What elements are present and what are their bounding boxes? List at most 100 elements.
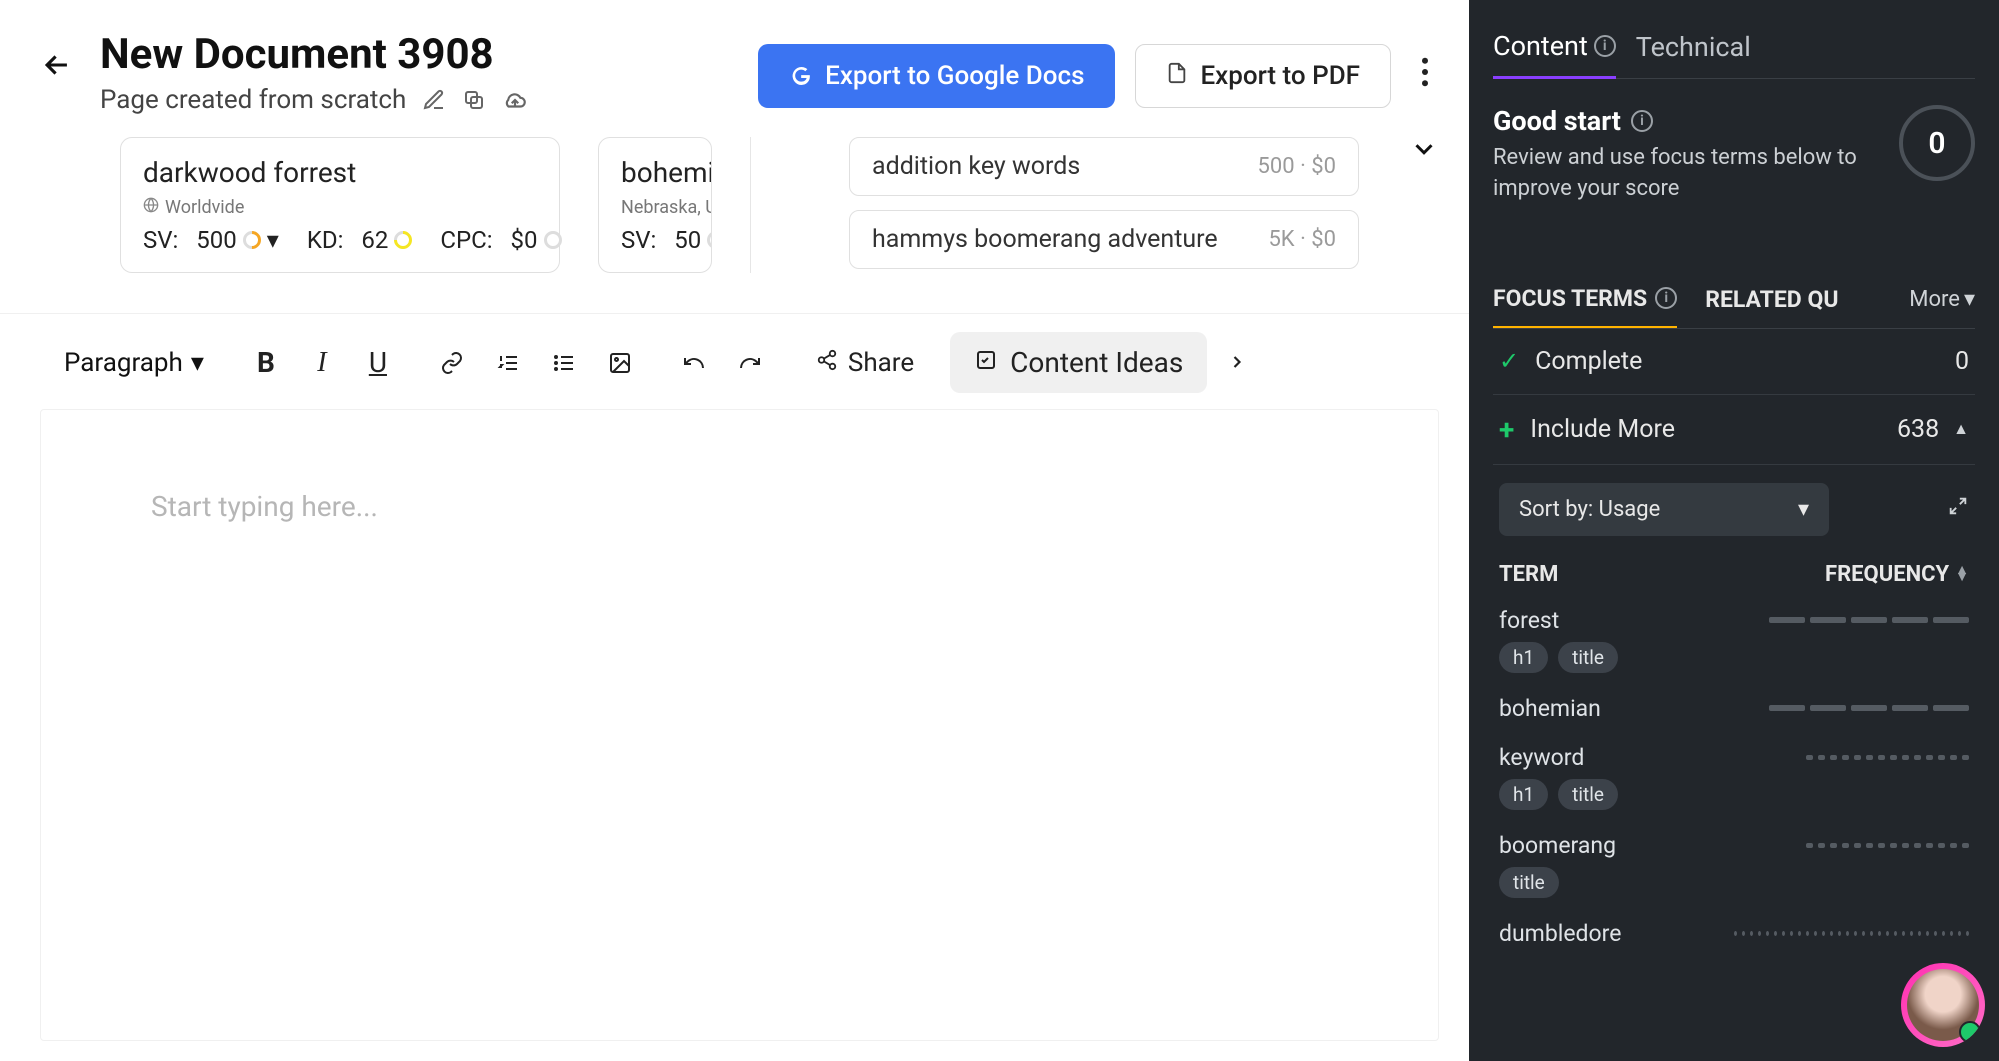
term-name: boomerang (1499, 832, 1616, 859)
term-header-label: TERM (1499, 562, 1558, 587)
paragraph-style-dropdown[interactable]: Paragraph ▾ (50, 340, 218, 386)
check-icon: ✓ (1499, 347, 1519, 375)
subtitle-row: Page created from scratch (100, 85, 528, 115)
bold-button[interactable]: B (240, 337, 292, 389)
frequency-bar (1806, 843, 1969, 848)
term-tag: title (1558, 779, 1618, 810)
tab-technical[interactable]: Technical (1636, 31, 1751, 77)
title-block: New Document 3908 Page created from scra… (100, 30, 528, 115)
term-row[interactable]: boomerang title (1493, 822, 1975, 910)
include-more-count: 638 (1897, 415, 1939, 444)
frequency-bar (1806, 755, 1969, 760)
frequency-header[interactable]: FREQUENCY ▲▼ (1825, 562, 1969, 587)
online-status-icon (1959, 1021, 1981, 1043)
sort-icon: ▲▼ (1955, 567, 1969, 581)
term-row[interactable]: foresth1title (1493, 597, 1975, 685)
term-tag: title (1558, 642, 1618, 673)
share-icon (816, 348, 838, 378)
back-button[interactable] (40, 30, 74, 92)
export-gdocs-label: Export to Google Docs (825, 61, 1084, 91)
secondary-keyword-term: bohemian w (621, 156, 689, 189)
secondary-keyword-metrics: SV: 50 ▾ (621, 226, 689, 254)
header-actions: Export to Google Docs Export to PDF (758, 30, 1439, 108)
secondary-sv-metric[interactable]: SV: 50 ▾ (621, 226, 712, 254)
editor-area[interactable]: Start typing here... (40, 409, 1439, 1041)
suggestion-pill[interactable]: hammys boomerang adventure 5K · $0 (849, 210, 1359, 269)
info-icon[interactable]: i (1631, 110, 1653, 132)
edit-icon[interactable] (422, 88, 446, 112)
share-button[interactable]: Share (798, 338, 932, 388)
italic-button[interactable]: I (296, 337, 348, 389)
term-row[interactable]: dumbledore (1493, 910, 1975, 959)
expand-button[interactable] (1947, 495, 1969, 523)
plus-icon: + (1499, 413, 1514, 446)
score-circle: 0 (1899, 105, 1975, 181)
support-avatar[interactable] (1901, 963, 1985, 1047)
term-row[interactable]: keyword h1 title (1493, 734, 1975, 822)
checklist-icon (974, 346, 998, 379)
sort-select[interactable]: Sort by: Usage ▾ (1499, 483, 1829, 536)
globe-icon (143, 197, 159, 218)
header: New Document 3908 Page created from scra… (0, 0, 1469, 115)
primary-keyword-term: darkwood forrest (143, 156, 537, 189)
frequency-bar (1734, 931, 1969, 936)
complete-section[interactable]: ✓ Complete 0 (1493, 329, 1975, 395)
kd-metric: KD: 62 (307, 226, 413, 254)
link-button[interactable] (426, 337, 478, 389)
collapse-suggestions-button[interactable] (1409, 133, 1439, 173)
image-button[interactable] (594, 337, 646, 389)
suggestion-pill[interactable]: addition key words 500 · $0 (849, 137, 1359, 196)
term-tabs-more[interactable]: More ▾ (1909, 287, 1975, 326)
tab-related-questions[interactable]: RELATED QU (1705, 286, 1838, 327)
copy-icon[interactable] (462, 88, 486, 112)
content-ideas-button[interactable]: Content Ideas (950, 332, 1207, 393)
unordered-list-button[interactable] (538, 337, 590, 389)
export-google-docs-button[interactable]: Export to Google Docs (758, 44, 1115, 108)
term-tabs: FOCUS TERMS i RELATED QU More ▾ (1493, 285, 1975, 329)
term-name: dumbledore (1499, 920, 1621, 947)
score-title: Good start i (1493, 105, 1879, 137)
info-icon: i (1594, 35, 1616, 57)
score-section: Good start i Review and use focus terms … (1493, 105, 1975, 205)
term-tag: h1 (1499, 779, 1548, 810)
more-menu-button[interactable] (1411, 47, 1439, 105)
undo-button[interactable] (668, 337, 720, 389)
chevron-up-icon: ▲ (1953, 419, 1969, 439)
toolbar-more-button[interactable] (1227, 346, 1247, 379)
document-title[interactable]: New Document 3908 (100, 30, 528, 79)
term-row[interactable]: bohemian (1493, 685, 1975, 734)
tab-content[interactable]: Content i (1493, 30, 1616, 79)
cloud-upload-icon[interactable] (502, 87, 528, 113)
export-pdf-button[interactable]: Export to PDF (1135, 44, 1391, 108)
term-list: foresth1titlebohemiankeywordh1titleboome… (1493, 597, 1975, 959)
sv-metric[interactable]: SV: 500 ▾ (143, 226, 279, 254)
file-icon (1166, 61, 1188, 91)
chevron-down-icon: ▾ (1964, 287, 1975, 312)
primary-keyword-card[interactable]: darkwood forrest Worldvide SV: 500 ▾ KD:… (120, 137, 560, 273)
secondary-keyword-card[interactable]: bohemian w Nebraska, Unite SV: 50 ▾ (598, 137, 712, 273)
sort-row: Sort by: Usage ▾ (1493, 465, 1975, 544)
term-tags: h1 title (1499, 779, 1969, 810)
chevron-down-icon: ▾ (1798, 497, 1809, 522)
term-name: bohemian (1499, 695, 1601, 722)
underline-button[interactable]: U (352, 337, 404, 389)
term-tag: h1 (1499, 642, 1548, 673)
include-more-section[interactable]: + Include More 638 ▲ (1493, 395, 1975, 465)
primary-keyword-location: Worldvide (143, 197, 537, 218)
main-panel: New Document 3908 Page created from scra… (0, 0, 1469, 1061)
vertical-separator (750, 137, 751, 273)
side-panel: Content i Technical Good start i Review … (1469, 0, 1999, 1061)
sv-indicator-icon (239, 227, 264, 252)
redo-button[interactable] (724, 337, 776, 389)
ordered-list-button[interactable] (482, 337, 534, 389)
side-tabs: Content i Technical (1493, 30, 1975, 79)
suggestion-meta: 5K · $0 (1268, 227, 1336, 252)
term-name: keyword (1499, 744, 1584, 771)
term-tags: h1 title (1499, 642, 1969, 673)
editor-toolbar: Paragraph ▾ B I U Sha (0, 313, 1469, 403)
suggestion-text: hammys boomerang adventure (872, 225, 1218, 254)
keyword-row: darkwood forrest Worldvide SV: 500 ▾ KD:… (0, 115, 1469, 273)
google-icon (789, 64, 813, 88)
tab-focus-terms[interactable]: FOCUS TERMS i (1493, 285, 1677, 329)
term-tag: title (1499, 867, 1559, 898)
